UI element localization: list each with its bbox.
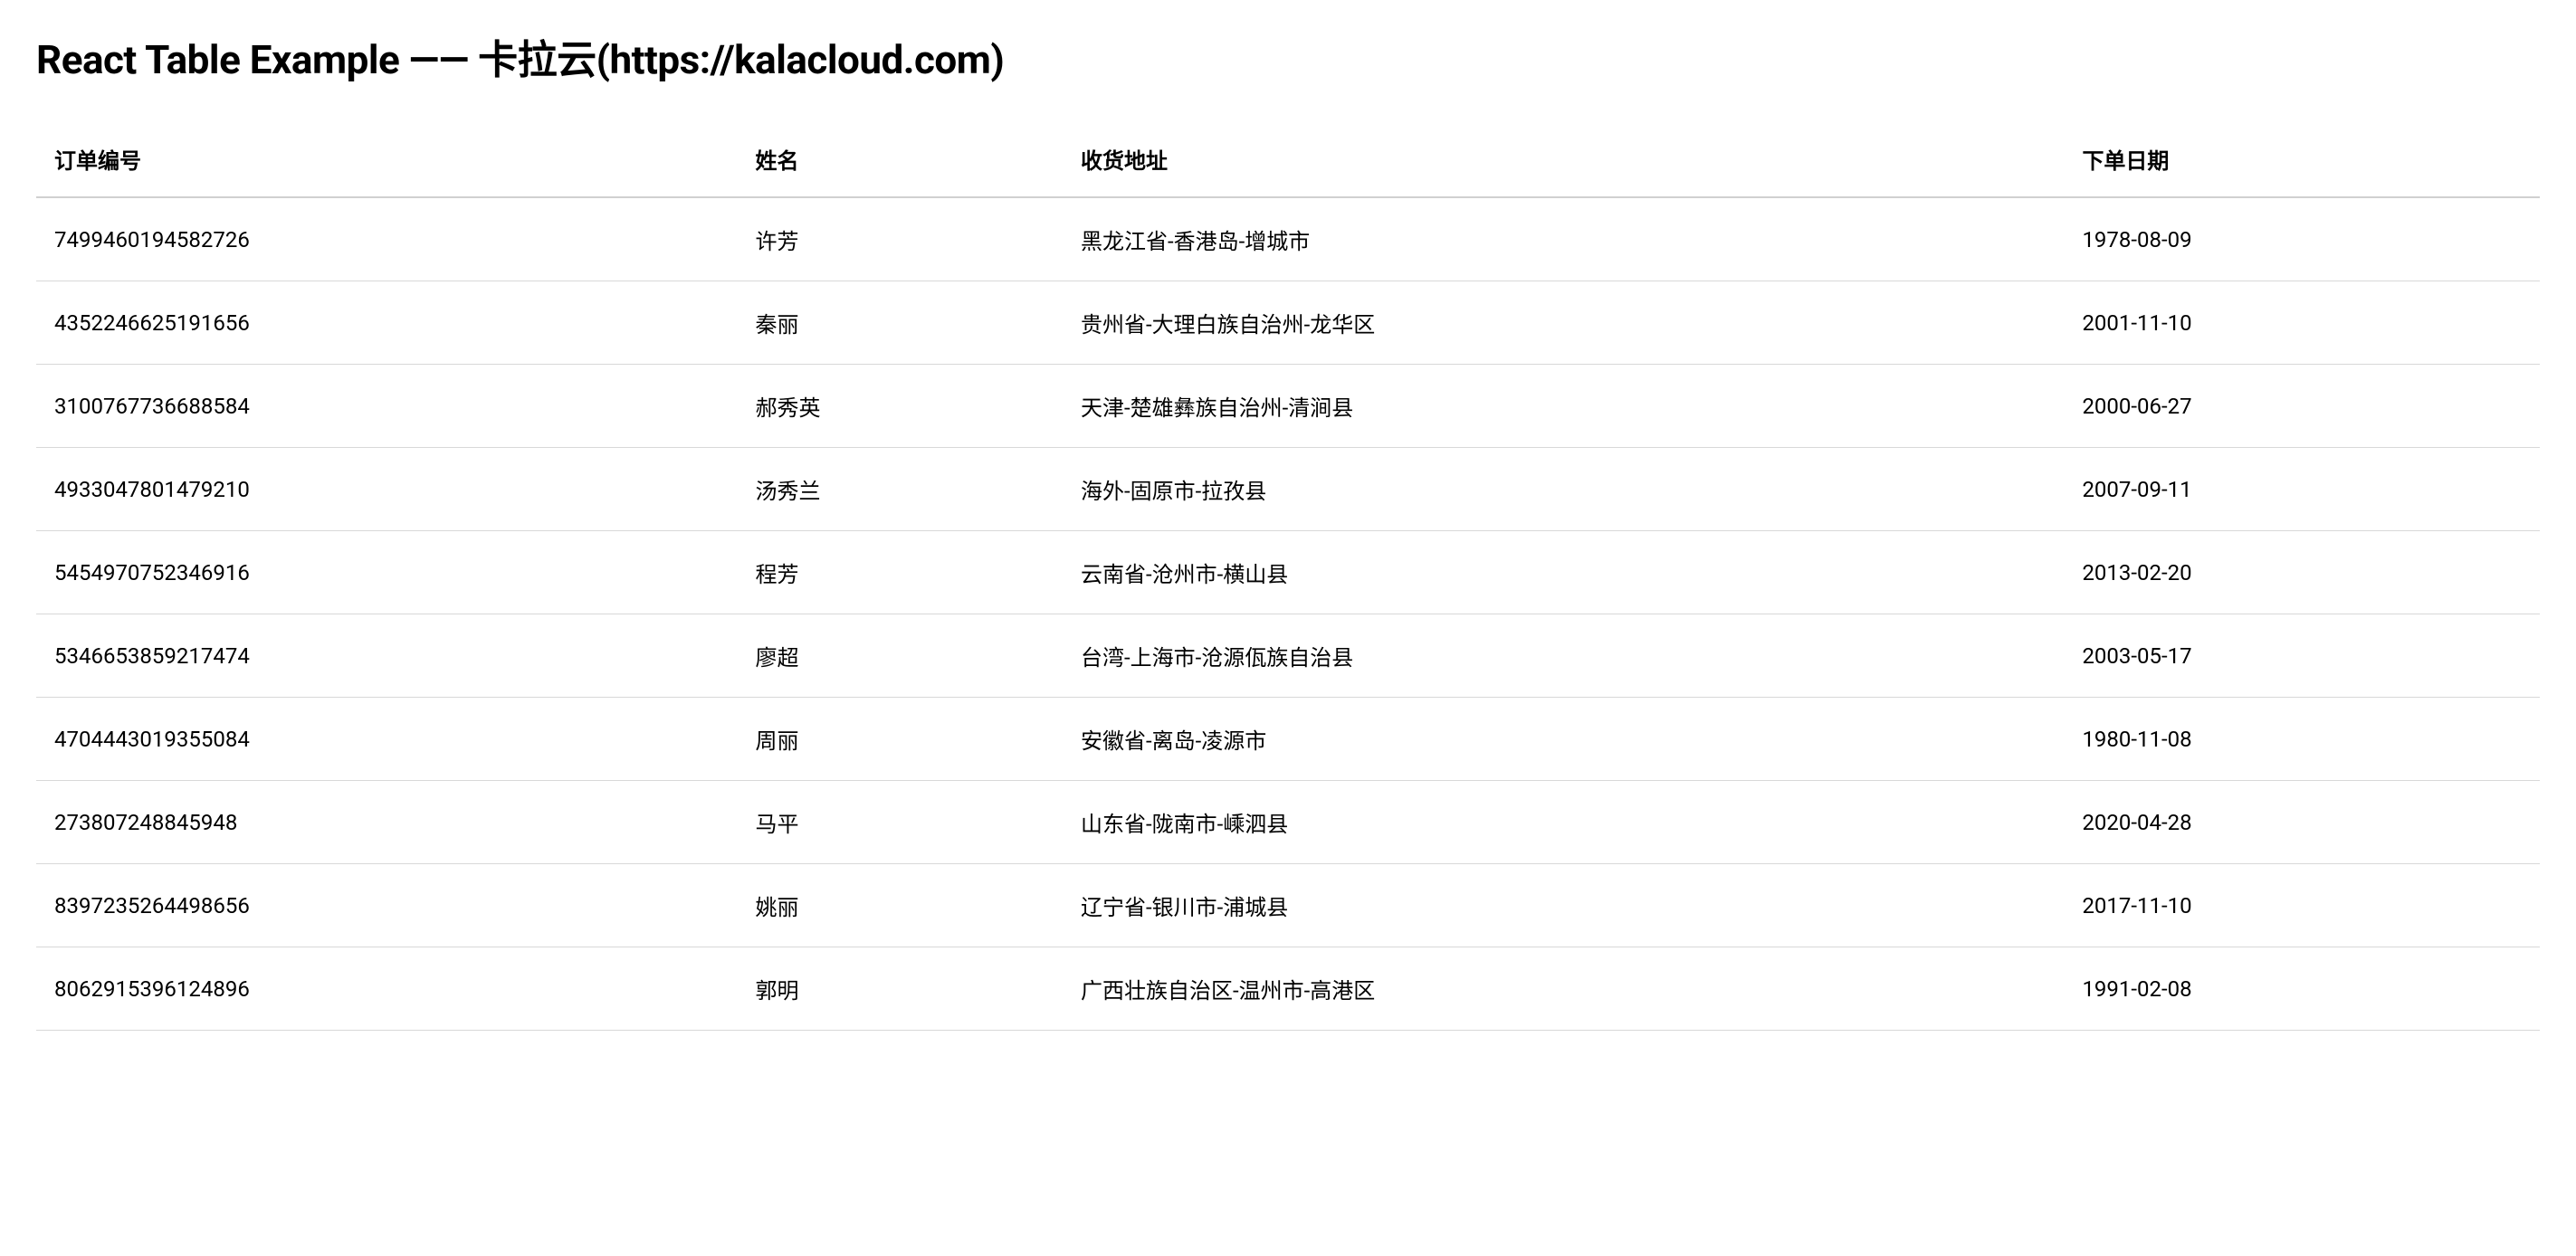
cell-name: 周丽 xyxy=(737,698,1063,781)
cell-name: 程芳 xyxy=(737,531,1063,614)
cell-address: 广西壮族自治区-温州市-高港区 xyxy=(1063,947,2064,1031)
header-order-id: 订单编号 xyxy=(36,121,737,197)
table-row: 4704443019355084周丽安徽省-离岛-凌源市1980-11-08 xyxy=(36,698,2540,781)
orders-table: 订单编号 姓名 收货地址 下单日期 7499460194582726许芳黑龙江省… xyxy=(36,121,2540,1031)
cell-order-id: 5346653859217474 xyxy=(36,614,737,698)
cell-address: 云南省-沧州市-横山县 xyxy=(1063,531,2064,614)
cell-address: 辽宁省-银川市-浦城县 xyxy=(1063,864,2064,947)
cell-address: 安徽省-离岛-凌源市 xyxy=(1063,698,2064,781)
cell-name: 汤秀兰 xyxy=(737,448,1063,531)
table-row: 3100767736688584郝秀英天津-楚雄彝族自治州-清涧县2000-06… xyxy=(36,365,2540,448)
page-title: React Table Example —— 卡拉云(https://kalac… xyxy=(36,27,2540,85)
cell-date: 2003-05-17 xyxy=(2064,614,2540,698)
cell-address: 山东省-陇南市-嵊泗县 xyxy=(1063,781,2064,864)
cell-name: 马平 xyxy=(737,781,1063,864)
table-row: 8062915396124896郭明广西壮族自治区-温州市-高港区1991-02… xyxy=(36,947,2540,1031)
cell-address: 天津-楚雄彝族自治州-清涧县 xyxy=(1063,365,2064,448)
table-row: 8397235264498656姚丽辽宁省-银川市-浦城县2017-11-10 xyxy=(36,864,2540,947)
cell-date: 2017-11-10 xyxy=(2064,864,2540,947)
table-row: 5454970752346916程芳云南省-沧州市-横山县2013-02-20 xyxy=(36,531,2540,614)
cell-order-id: 5454970752346916 xyxy=(36,531,737,614)
cell-order-id: 3100767736688584 xyxy=(36,365,737,448)
cell-order-id: 8397235264498656 xyxy=(36,864,737,947)
cell-date: 1980-11-08 xyxy=(2064,698,2540,781)
cell-order-id: 4704443019355084 xyxy=(36,698,737,781)
cell-address: 黑龙江省-香港岛-增城市 xyxy=(1063,197,2064,281)
table-row: 5346653859217474廖超台湾-上海市-沧源佤族自治县2003-05-… xyxy=(36,614,2540,698)
cell-address: 台湾-上海市-沧源佤族自治县 xyxy=(1063,614,2064,698)
table-row: 7499460194582726许芳黑龙江省-香港岛-增城市1978-08-09 xyxy=(36,197,2540,281)
cell-name: 郭明 xyxy=(737,947,1063,1031)
cell-date: 2007-09-11 xyxy=(2064,448,2540,531)
cell-order-id: 4352246625191656 xyxy=(36,281,737,365)
cell-date: 1991-02-08 xyxy=(2064,947,2540,1031)
header-date: 下单日期 xyxy=(2064,121,2540,197)
table-row: 273807248845948马平山东省-陇南市-嵊泗县2020-04-28 xyxy=(36,781,2540,864)
cell-date: 1978-08-09 xyxy=(2064,197,2540,281)
cell-order-id: 4933047801479210 xyxy=(36,448,737,531)
cell-name: 廖超 xyxy=(737,614,1063,698)
table-row: 4933047801479210汤秀兰海外-固原市-拉孜县2007-09-11 xyxy=(36,448,2540,531)
cell-date: 2000-06-27 xyxy=(2064,365,2540,448)
cell-name: 秦丽 xyxy=(737,281,1063,365)
header-address: 收货地址 xyxy=(1063,121,2064,197)
table-row: 4352246625191656秦丽贵州省-大理白族自治州-龙华区2001-11… xyxy=(36,281,2540,365)
cell-name: 郝秀英 xyxy=(737,365,1063,448)
cell-date: 2001-11-10 xyxy=(2064,281,2540,365)
table-header-row: 订单编号 姓名 收货地址 下单日期 xyxy=(36,121,2540,197)
cell-address: 海外-固原市-拉孜县 xyxy=(1063,448,2064,531)
cell-order-id: 273807248845948 xyxy=(36,781,737,864)
cell-name: 姚丽 xyxy=(737,864,1063,947)
cell-date: 2020-04-28 xyxy=(2064,781,2540,864)
header-name: 姓名 xyxy=(737,121,1063,197)
cell-order-id: 8062915396124896 xyxy=(36,947,737,1031)
cell-date: 2013-02-20 xyxy=(2064,531,2540,614)
cell-order-id: 7499460194582726 xyxy=(36,197,737,281)
cell-name: 许芳 xyxy=(737,197,1063,281)
cell-address: 贵州省-大理白族自治州-龙华区 xyxy=(1063,281,2064,365)
